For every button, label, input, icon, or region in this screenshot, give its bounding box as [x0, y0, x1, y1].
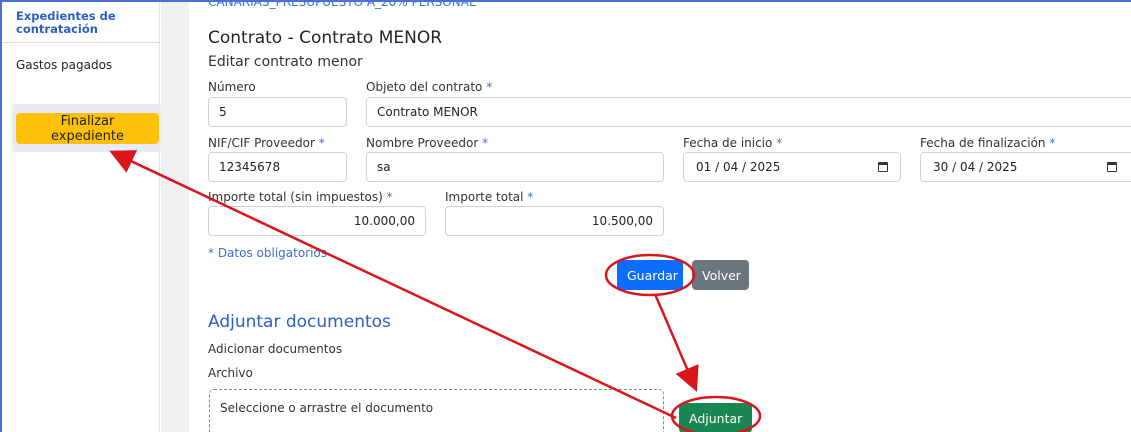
fecha-fin-field[interactable]: 30 / 04 / 2025 [920, 152, 1131, 182]
importe-total-label: Importe total * [445, 190, 534, 204]
finish-expediente-button[interactable]: Finalizar expediente [16, 113, 159, 144]
nif-field[interactable]: 12345678 [208, 152, 347, 182]
attachments-title: Adjuntar documentos [208, 312, 391, 332]
file-label: Archivo [208, 366, 253, 380]
nif-label: NIF/CIF Proveedor * [208, 136, 325, 150]
nombre-label: Nombre Proveedor * [366, 136, 489, 150]
sidebar-item-expedientes[interactable]: Expedientes de contratación [2, 2, 160, 43]
importe-sin-field[interactable]: 10.000,00 [208, 206, 426, 236]
numero-label: Número [208, 80, 256, 94]
importe-total-field[interactable]: 10.500,00 [445, 206, 664, 236]
fecha-fin-label: Fecha de finalización * [920, 136, 1056, 150]
page-subtitle: Editar contrato menor [208, 54, 363, 70]
arrow-attach-to-finish [109, 150, 677, 420]
importe-sin-label: Importe total (sin impuestos) * [208, 190, 393, 204]
save-button[interactable]: Guardar [617, 260, 683, 290]
breadcrumb: CANARIAS_PRESUPUESTO A_20% PERSONAL [208, 2, 476, 9]
fecha-inicio-field[interactable]: 01 / 04 / 2025 [683, 152, 901, 182]
add-documents-label: Adicionar documentos [208, 342, 343, 356]
sidebar-item-gastos-pagados[interactable]: Gastos pagados [2, 50, 160, 72]
sidebar: Expedientes de contratación Gastos pagad… [2, 2, 162, 432]
required-note: * Datos obligatorios [208, 246, 328, 260]
file-dropzone[interactable]: Seleccione o arrastre el documento [209, 389, 664, 432]
arrow-save-to-attach [653, 293, 699, 392]
attach-button[interactable]: Adjuntar [679, 403, 752, 432]
page-title: Contrato - Contrato MENOR [208, 28, 443, 48]
back-button[interactable]: Volver [692, 260, 749, 290]
numero-field[interactable]: 5 [208, 97, 347, 127]
fecha-inicio-value: 01 / 04 / 2025 [696, 160, 781, 174]
objeto-label: Objeto del contrato * [366, 80, 493, 94]
fecha-fin-value: 30 / 04 / 2025 [933, 160, 1018, 174]
layout-gutter [161, 2, 189, 432]
calendar-icon[interactable] [878, 162, 888, 172]
nombre-field[interactable]: sa [366, 152, 664, 182]
objeto-field[interactable]: Contrato MENOR [366, 97, 1131, 127]
fecha-inicio-label: Fecha de inicio * [683, 136, 783, 150]
calendar-icon[interactable] [1107, 162, 1117, 172]
